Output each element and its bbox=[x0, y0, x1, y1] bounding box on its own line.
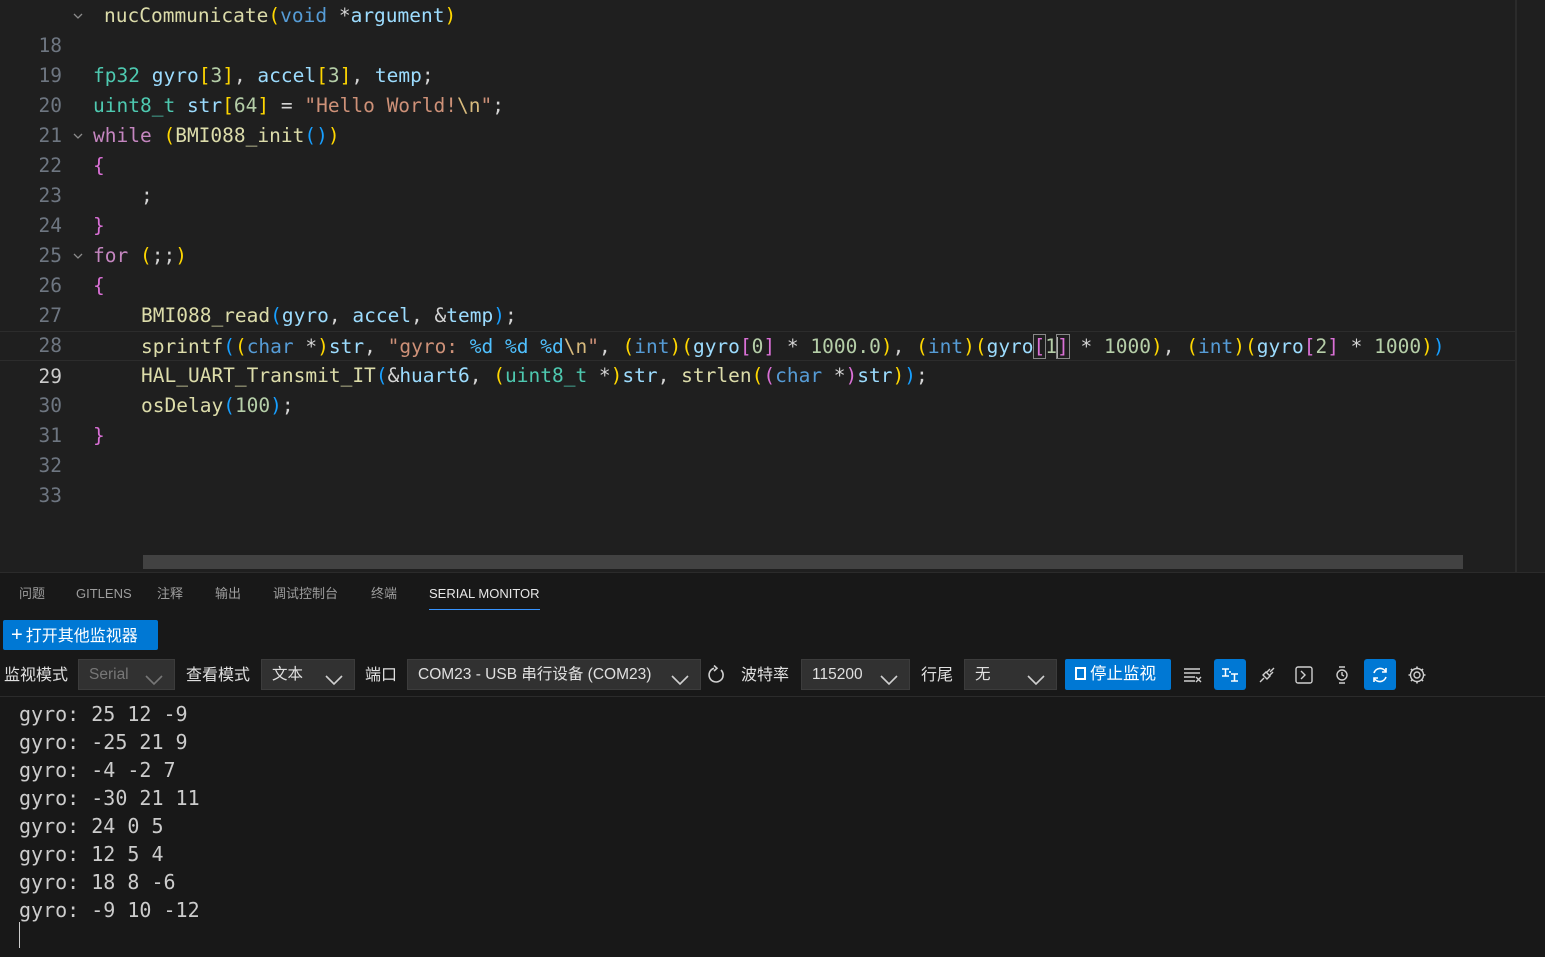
vscode-window: 18 nucCommunicate(void *argument) 19 20 … bbox=[0, 0, 1545, 957]
view-mode-value: 文本 bbox=[272, 666, 304, 683]
code-text: osDelay(100); bbox=[141, 394, 294, 417]
tab-debug-console[interactable]: 调试控制台 bbox=[273, 585, 338, 609]
code-text: sprintf((char *)str, "gyro: %d %d %d\n",… bbox=[141, 334, 1445, 359]
view-mode-select[interactable]: 文本 bbox=[261, 659, 355, 690]
settings-icon[interactable] bbox=[1401, 659, 1433, 690]
stop-square-icon bbox=[1075, 667, 1086, 680]
line-ending-label: 行尾 bbox=[921, 667, 954, 684]
bottom-panel: 问题 GITLENS 注释 输出 调试控制台 终端 SERIAL MONITOR… bbox=[0, 572, 1545, 957]
vertical-scrollbar[interactable] bbox=[1515, 0, 1517, 572]
code-text: { bbox=[93, 274, 105, 297]
output-line: gyro: -9 10 -12 bbox=[19, 898, 200, 922]
fold-chevron-icon[interactable] bbox=[72, 10, 84, 22]
code-line[interactable]: 31 osDelay(100); bbox=[0, 391, 1515, 447]
code-text: nucCommunicate(void *argument) bbox=[104, 4, 457, 27]
output-line: gyro: 18 8 -6 bbox=[19, 870, 176, 894]
port-select[interactable]: COM23 - USB 串行设备 (COM23) bbox=[407, 659, 701, 690]
output-line: gyro: -25 21 9 bbox=[19, 730, 188, 754]
view-mode-label: 查看模式 bbox=[186, 667, 251, 684]
output-cursor bbox=[19, 922, 20, 948]
code-line[interactable]: 18 nucCommunicate(void *argument) bbox=[0, 1, 1515, 57]
code-line[interactable]: 21 uint8_t str[64] = "Hello World!\n"; bbox=[0, 91, 1515, 147]
code-line[interactable]: 19 bbox=[0, 31, 1515, 87]
monitor-mode-value: Serial bbox=[89, 666, 129, 683]
code-line[interactable]: 30 HAL_UART_Transmit_IT(&huart6, (uint8_… bbox=[0, 361, 1515, 417]
output-line: gyro: 24 0 5 bbox=[19, 814, 164, 838]
auto-scroll-icon[interactable] bbox=[1364, 659, 1396, 690]
code-line[interactable]: 24 ; bbox=[0, 181, 1515, 237]
chevron-down-icon bbox=[1026, 668, 1046, 697]
code-text: { bbox=[93, 154, 105, 177]
refresh-ports-icon[interactable] bbox=[700, 659, 732, 690]
toggle-hex-icon[interactable] bbox=[1214, 659, 1246, 690]
tab-comments[interactable]: 注释 bbox=[157, 585, 183, 609]
horizontal-scrollbar[interactable] bbox=[143, 555, 1463, 569]
stop-monitoring-label: 停止监视 bbox=[1090, 665, 1156, 683]
plus-icon: + bbox=[11, 624, 23, 646]
tab-problems[interactable]: 问题 bbox=[19, 585, 45, 609]
baud-rate-label: 波特率 bbox=[741, 667, 790, 684]
toolbar-divider bbox=[0, 696, 1545, 697]
code-line-current[interactable]: 29 sprintf((char *)str, "gyro: %d %d %d\… bbox=[0, 331, 1515, 388]
code-text: } bbox=[93, 424, 105, 447]
code-text: fp32 gyro[3], accel[3], temp; bbox=[93, 64, 434, 87]
clear-output-icon[interactable] bbox=[1177, 659, 1209, 690]
chevron-down-icon bbox=[144, 668, 164, 697]
chevron-down-icon bbox=[879, 668, 899, 697]
code-line[interactable]: 25 } bbox=[0, 211, 1515, 267]
output-line: gyro: -30 21 11 bbox=[19, 786, 200, 810]
open-other-monitor-button[interactable]: + 打开其他监视器 bbox=[3, 620, 158, 650]
code-editor[interactable]: 18 nucCommunicate(void *argument) 19 20 … bbox=[0, 0, 1545, 572]
code-text: for (;;) bbox=[93, 244, 187, 267]
line-number: 33 bbox=[38, 484, 62, 507]
code-text: BMI088_read(gyro, accel, &temp); bbox=[141, 304, 517, 327]
plug-icon[interactable] bbox=[1251, 659, 1283, 690]
terminal-icon[interactable] bbox=[1288, 659, 1320, 690]
chevron-down-icon bbox=[670, 668, 690, 697]
code-line[interactable]: 22 while (BMI088_init()) bbox=[0, 121, 1515, 177]
code-line[interactable]: 28 BMI088_read(gyro, accel, &temp); bbox=[0, 301, 1515, 357]
tab-output[interactable]: 输出 bbox=[215, 585, 241, 609]
fold-chevron-icon[interactable] bbox=[72, 130, 84, 142]
code-line[interactable]: 20 fp32 gyro[3], accel[3], temp; bbox=[0, 61, 1515, 117]
port-value: COM23 - USB 串行设备 (COM23) bbox=[418, 666, 652, 683]
code-text: uint8_t str[64] = "Hello World!\n"; bbox=[93, 94, 504, 117]
tab-terminal[interactable]: 终端 bbox=[371, 585, 397, 609]
tab-gitlens[interactable]: GITLENS bbox=[76, 585, 132, 609]
stop-monitoring-button[interactable]: 停止监视 bbox=[1065, 659, 1171, 690]
open-other-monitor-label: 打开其他监视器 bbox=[25, 628, 138, 645]
code-line[interactable]: 33 bbox=[0, 451, 1515, 507]
code-text: HAL_UART_Transmit_IT(&huart6, (uint8_t *… bbox=[141, 364, 928, 387]
port-label: 端口 bbox=[365, 667, 398, 684]
baud-rate-select[interactable]: 115200 bbox=[801, 659, 910, 690]
code-line[interactable]: 23 { bbox=[0, 151, 1515, 207]
serial-output[interactable]: gyro: 25 12 -9 gyro: -25 21 9 gyro: -4 -… bbox=[0, 698, 1545, 953]
code-text: } bbox=[93, 214, 105, 237]
output-line: gyro: 12 5 4 bbox=[19, 842, 164, 866]
tab-serial-monitor[interactable]: SERIAL MONITOR bbox=[429, 585, 540, 610]
code-text: ; bbox=[141, 184, 153, 207]
line-ending-value: 无 bbox=[975, 666, 991, 683]
line-ending-select[interactable]: 无 bbox=[964, 659, 1057, 690]
code-line[interactable]: 32 } bbox=[0, 421, 1515, 477]
baud-rate-value: 115200 bbox=[812, 666, 863, 683]
timestamp-icon[interactable] bbox=[1326, 659, 1358, 690]
output-line: gyro: -4 -2 7 bbox=[19, 758, 176, 782]
fold-chevron-icon[interactable] bbox=[72, 250, 84, 262]
code-line[interactable]: 27 { bbox=[0, 271, 1515, 327]
code-text: while (BMI088_init()) bbox=[93, 124, 340, 147]
code-line[interactable]: 26 for (;;) bbox=[0, 241, 1515, 297]
chevron-down-icon bbox=[324, 668, 344, 697]
output-line: gyro: 25 12 -9 bbox=[19, 702, 188, 726]
monitor-mode-label: 监视模式 bbox=[4, 667, 69, 684]
monitor-mode-select[interactable]: Serial bbox=[78, 659, 175, 690]
